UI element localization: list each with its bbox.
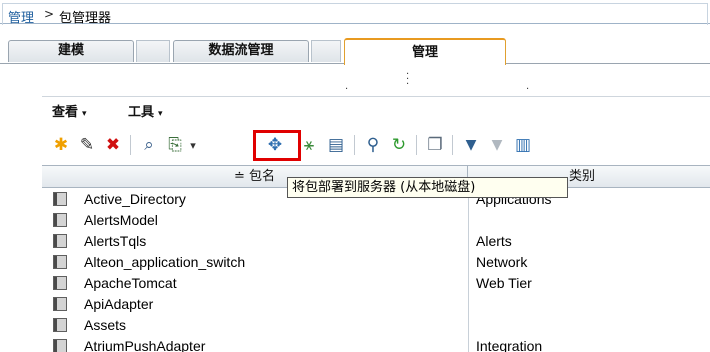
export-package-button[interactable]: ⎘ — [164, 134, 186, 156]
delete-icon: ✖ — [105, 134, 121, 155]
tab-modeling[interactable]: 建模 — [8, 40, 134, 62]
package-icon — [53, 255, 67, 269]
clear-filter-icon: ▼ — [491, 137, 503, 153]
copy-icon: ❐ — [427, 134, 443, 155]
zip-icon: ▤ — [327, 134, 345, 155]
new-icon: ✱ — [53, 134, 69, 155]
package-icon — [53, 234, 67, 248]
toolbar-separator — [130, 135, 131, 155]
find-icon: ⚲ — [366, 134, 380, 155]
chevron-down-icon: ▾ — [158, 109, 163, 119]
column-divider — [468, 294, 469, 315]
refresh-button[interactable]: ↻ — [388, 134, 410, 156]
delete-package-button[interactable]: ✖ — [102, 134, 124, 156]
package-icon — [53, 276, 67, 290]
tab-spacer — [136, 40, 170, 62]
edit-icon: ✎ — [79, 134, 95, 155]
package-name: AlertsModel — [84, 212, 158, 228]
filter-button[interactable]: ▼ — [460, 134, 482, 156]
select-columns-button[interactable]: ▥ — [512, 134, 534, 156]
table-row[interactable]: Alteon_application_switch Network — [42, 252, 710, 273]
view-icon: ⌕ — [144, 134, 154, 155]
table-row[interactable]: ApiAdapter — [42, 294, 710, 315]
breadcrumb-link-admin[interactable]: 管理 — [8, 7, 34, 26]
menu-tools[interactable]: 工具 ▾ — [128, 101, 163, 120]
package-name: Alteon_application_switch — [84, 254, 246, 270]
breadcrumb: 管理 > 包管理器 — [0, 0, 710, 26]
tab-administration[interactable]: 管理 — [344, 38, 506, 65]
column-divider — [468, 231, 469, 252]
column-divider — [468, 273, 469, 294]
package-name: Assets — [84, 317, 127, 333]
tab-spacer — [311, 40, 341, 62]
package-category: Integration — [476, 338, 543, 352]
package-name: Active_Directory — [84, 191, 186, 207]
package-name: AlertsTqls — [84, 233, 147, 249]
splitter-handle[interactable]: · · · — [406, 70, 409, 90]
breadcrumb-separator: > — [44, 7, 55, 21]
package-icon — [53, 213, 67, 227]
package-icon — [53, 297, 67, 311]
edit-package-button[interactable]: ✎ — [76, 134, 98, 156]
table-row[interactable]: ApacheTomcat Web Tier — [42, 273, 710, 294]
refresh-icon: ↻ — [391, 134, 407, 155]
export-icon: ⎘ — [168, 134, 182, 155]
column-divider — [468, 252, 469, 273]
copy-button[interactable]: ❐ — [424, 134, 446, 156]
package-icon — [53, 318, 67, 332]
splitter-dot: · — [526, 84, 530, 95]
menu-view[interactable]: 查看 ▾ — [52, 101, 87, 120]
splitter-dot: · — [345, 84, 349, 95]
package-icon — [53, 339, 67, 352]
package-category: Alerts — [476, 233, 512, 249]
undeploy-icon: ⚹ — [303, 134, 315, 155]
column-divider — [468, 315, 469, 336]
column-divider — [468, 210, 469, 231]
view-resources-button[interactable]: ⌕ — [138, 134, 160, 156]
menubar: 查看 ▾ 工具 ▾ — [42, 96, 710, 120]
menu-tools-label: 工具 — [128, 105, 155, 120]
find-resource-button[interactable]: ⚲ — [362, 134, 384, 156]
clear-filter-button[interactable]: ▼ — [486, 134, 508, 156]
dropdown-caret-icon: ▾ — [190, 138, 196, 152]
package-category: Web Tier — [476, 275, 532, 291]
breadcrumb-current: 包管理器 — [59, 11, 112, 26]
chevron-down-icon: ▾ — [82, 109, 87, 119]
package-name: ApacheTomcat — [84, 275, 177, 291]
toolbar-separator — [416, 135, 417, 155]
new-package-button[interactable]: ✱ — [50, 134, 72, 156]
table-row[interactable]: Assets — [42, 315, 710, 336]
tab-label: 管理 — [411, 45, 438, 60]
table-row[interactable]: AlertsTqls Alerts — [42, 231, 710, 252]
tab-label: 建模 — [57, 43, 84, 58]
deploy-button-highlight — [253, 130, 301, 161]
column-divider — [468, 336, 469, 352]
deploy-tooltip: 将包部署到服务器 (从本地磁盘) — [287, 177, 568, 198]
menu-view-label: 查看 — [52, 105, 79, 120]
package-name: AtriumPushAdapter — [84, 338, 206, 352]
tab-label: 数据流管理 — [208, 43, 274, 58]
toolbar-separator — [354, 135, 355, 155]
package-name: ApiAdapter — [84, 296, 154, 312]
package-icon — [53, 192, 67, 206]
toolbar-separator — [452, 135, 453, 155]
tab-data-flow-management[interactable]: 数据流管理 — [173, 40, 309, 62]
columns-icon: ▥ — [514, 134, 532, 155]
table-row[interactable]: AlertsModel — [42, 210, 710, 231]
export-dropdown-button[interactable]: ▾ — [186, 134, 200, 156]
toolbar: ✱ ✎ ✖ ⌕ ⎘ ▾ ✥ ⚹ ▤ ⚲ ↻ ❐ ▼ ▼ ▥ — [42, 128, 710, 162]
deploy-zip-button[interactable]: ▤ — [325, 134, 347, 156]
module-tabs: 建模 数据流管理 管理 — [0, 38, 710, 65]
filter-icon: ▼ — [465, 137, 477, 153]
table-row[interactable]: AtriumPushAdapter Integration — [42, 336, 710, 352]
package-category: Network — [476, 254, 528, 270]
undeploy-resources-button[interactable]: ⚹ — [298, 134, 320, 156]
